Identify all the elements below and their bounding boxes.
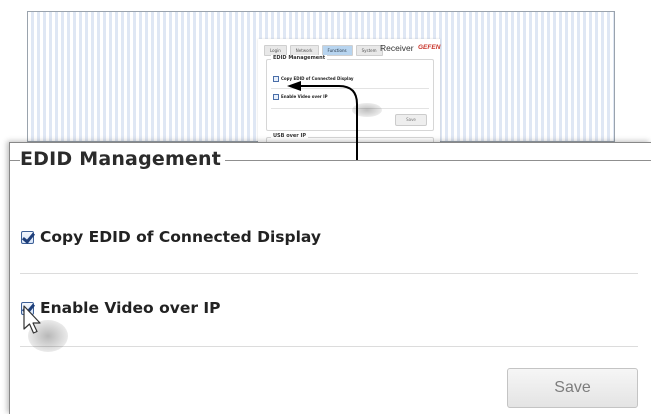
group-border-left [10, 160, 20, 161]
mini-tab-system[interactable]: System [355, 45, 383, 56]
background-screenshot: Login Network Functions System Receiver … [27, 11, 615, 161]
mini-separator [271, 88, 429, 89]
mini-receiver-title: Receiver [380, 43, 414, 53]
mini-edid-group: EDID Management Copy EDID of Connected D… [266, 55, 434, 131]
mini-enable-video-option[interactable]: Enable Video over IP [273, 94, 328, 100]
mini-usb-group-title: USB over IP [271, 133, 309, 139]
checkbox-checked-icon[interactable] [21, 230, 34, 244]
separator [20, 273, 638, 274]
mouse-pointer-icon [23, 305, 41, 334]
copy-edid-option[interactable]: Copy EDID of Connected Display [21, 228, 321, 246]
copy-edid-label: Copy EDID of Connected Display [40, 228, 321, 246]
mini-save-button[interactable]: Save [395, 114, 427, 126]
edid-group-title: EDID Management [20, 148, 226, 170]
enable-video-label: Enable Video over IP [40, 299, 221, 317]
mini-checkbox-icon[interactable] [273, 94, 279, 100]
mini-cursor-shadow [352, 103, 382, 117]
mini-copy-edid-label: Copy EDID of Connected Display [281, 76, 354, 81]
separator [20, 346, 638, 347]
zoomed-edid-panel: EDID Management Copy EDID of Connected D… [9, 142, 651, 414]
mini-enable-video-label: Enable Video over IP [281, 94, 328, 99]
mini-separator [271, 108, 429, 109]
enable-video-option[interactable]: Enable Video over IP [21, 299, 221, 317]
mini-edid-group-title: EDID Management [271, 55, 328, 61]
mini-gefen-logo: GEFEN [418, 44, 441, 51]
mini-checkbox-icon[interactable] [273, 76, 279, 82]
save-button[interactable]: Save [507, 368, 638, 408]
mini-settings-panel: Login Network Functions System Receiver … [258, 39, 441, 161]
mini-copy-edid-option[interactable]: Copy EDID of Connected Display [273, 76, 354, 82]
group-border-right [220, 160, 651, 161]
